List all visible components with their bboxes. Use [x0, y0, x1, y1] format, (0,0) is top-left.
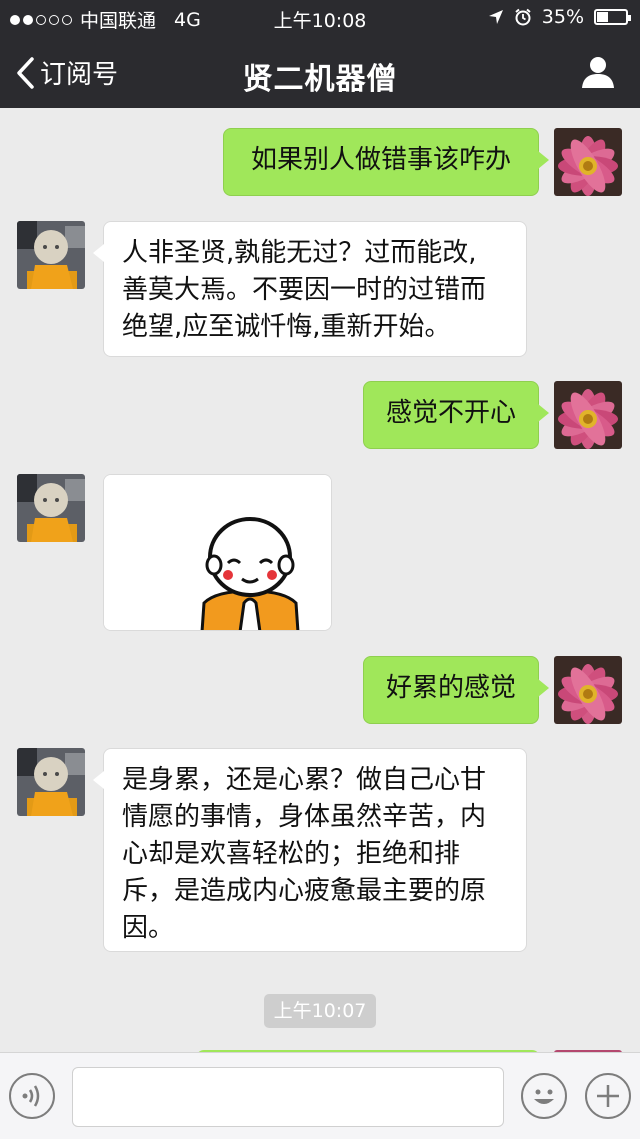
message-timestamp: 上午10:07: [264, 994, 376, 1028]
message-line: 善莫大焉。不要因一时的过错而: [122, 275, 487, 305]
image-message[interactable]: [103, 474, 332, 631]
plus-icon: [597, 1085, 619, 1107]
incoming-message[interactable]: 人非圣贤,孰能无过？过而能改, 善莫大焉。不要因一时的过错而 绝望,应至诚忏悔,…: [93, 221, 527, 357]
message-line: 绝望,应至诚忏悔,重新开始。: [122, 312, 451, 342]
user-avatar-flower[interactable]: [554, 656, 622, 724]
user-avatar-flower[interactable]: [554, 381, 622, 449]
navigation-bar: 订阅号 贤二机器僧: [0, 36, 640, 108]
person-icon[interactable]: [580, 54, 616, 90]
message-line: 斥，是造成内心疲惫最主要的原: [122, 876, 487, 906]
alarm-clock-icon: [515, 8, 531, 26]
chat-title: 贤二机器僧: [242, 62, 398, 97]
battery-percent: 35%: [541, 6, 584, 28]
user-avatar-flower[interactable]: [554, 128, 622, 196]
message-input[interactable]: [72, 1067, 504, 1127]
outgoing-message[interactable]: 好累的感觉: [363, 656, 549, 724]
message-line: 是身累，还是心累？做自己心甘: [122, 765, 487, 795]
message-line: 人非圣贤,孰能无过？过而能改,: [122, 238, 477, 268]
incoming-message[interactable]: 是身累，还是心累？做自己心甘 情愿的事情，身体虽然辛苦，内 心却是欢喜轻松的；拒…: [93, 748, 527, 952]
bot-avatar-monk[interactable]: [17, 221, 85, 289]
message-line: 因。: [122, 913, 175, 943]
emoji-button[interactable]: [521, 1073, 567, 1119]
voice-button[interactable]: [9, 1073, 55, 1119]
monk-cartoon-sticker: [104, 475, 331, 630]
location-arrow-icon: [488, 10, 503, 24]
status-right: 35%: [488, 6, 631, 28]
voice-icon: [22, 1085, 40, 1107]
input-bar: [0, 1052, 640, 1139]
message-line: 心却是欢喜轻松的；拒绝和排: [122, 839, 461, 869]
battery-icon: [594, 9, 631, 25]
outgoing-message[interactable]: 感觉不开心: [363, 381, 549, 449]
status-bar: 中国联通 4G 上午10:08 35%: [0, 0, 640, 36]
more-button[interactable]: [585, 1073, 631, 1119]
emoji-icon: [534, 1089, 554, 1104]
message-line: 情愿的事情，身体虽然辛苦，内: [122, 802, 487, 832]
bot-avatar-monk[interactable]: [17, 474, 85, 542]
bot-avatar-monk[interactable]: [17, 748, 85, 816]
chat-area[interactable]: 如果别人做错事该咋办 人非圣贤,孰能无过？过而能改, 善莫大焉。不要因一时的过错…: [0, 108, 640, 1052]
outgoing-message[interactable]: 如果别人做错事该咋办: [223, 128, 549, 196]
